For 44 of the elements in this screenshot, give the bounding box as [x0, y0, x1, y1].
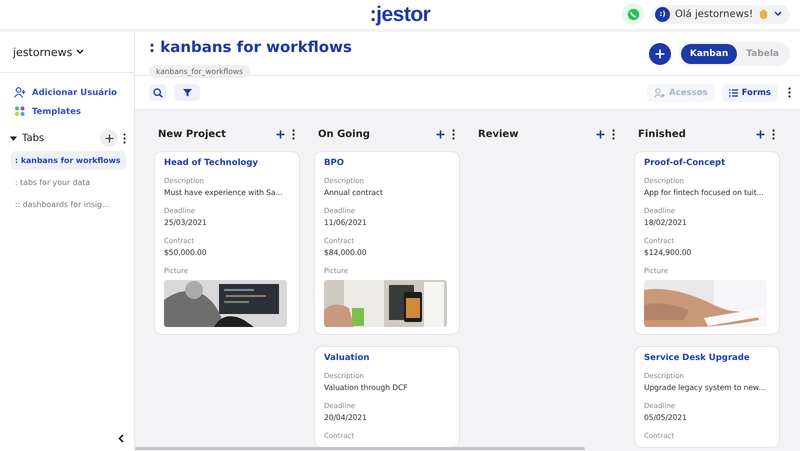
sidebar-link[interactable]: Adicionar Usuário [14, 87, 120, 98]
logo: :jestor [370, 2, 430, 26]
card-title: Service Desk Upgrade [644, 353, 751, 363]
page-title: : kanbans for workflows [149, 38, 353, 56]
filter-button[interactable] [174, 84, 200, 101]
column-title: New Project [158, 128, 227, 140]
column-title: Review [478, 128, 520, 140]
section-title: Tabs [22, 132, 46, 144]
add-icon[interactable] [756, 130, 765, 138]
more-icon[interactable] [451, 128, 456, 140]
card-title: BPO [324, 158, 345, 168]
card-title: Proof-of-Concept [644, 158, 726, 168]
card-title: Head of Technology [164, 158, 259, 168]
more-icon[interactable] [123, 132, 126, 144]
more-icon [788, 87, 791, 98]
toolbar-button[interactable]: Forms [722, 84, 778, 102]
filter-icon [182, 88, 192, 97]
search-button[interactable] [149, 84, 167, 101]
caret-down-icon[interactable] [10, 134, 17, 142]
chevron-down-icon [76, 49, 84, 55]
add-icon[interactable] [596, 130, 605, 138]
more-icon[interactable] [771, 128, 776, 140]
chevron-down-icon [774, 11, 782, 17]
plus-icon [104, 134, 114, 142]
collapse-icon[interactable] [118, 434, 124, 443]
list-icon [728, 88, 738, 96]
sidebar-link[interactable]: Templates [14, 106, 120, 117]
add-user-icon [14, 87, 26, 98]
add-button[interactable] [648, 42, 671, 64]
add-icon[interactable] [276, 130, 285, 138]
more-icon[interactable] [291, 128, 296, 140]
dots-icon [14, 106, 26, 117]
search-icon [153, 88, 163, 98]
waving-hand-icon [758, 8, 769, 20]
column-title: Finished [638, 128, 687, 140]
plus-icon [654, 48, 665, 58]
add-icon[interactable] [436, 130, 445, 138]
add-tab-button[interactable] [100, 129, 118, 147]
more-icon[interactable] [611, 128, 616, 140]
workspace-selector[interactable]: jestornews [13, 46, 84, 58]
user-icon [654, 88, 666, 98]
column-title: On Going [318, 128, 371, 140]
card-title: Valuation [324, 353, 370, 363]
view-tab[interactable]: Kanban [680, 44, 738, 64]
